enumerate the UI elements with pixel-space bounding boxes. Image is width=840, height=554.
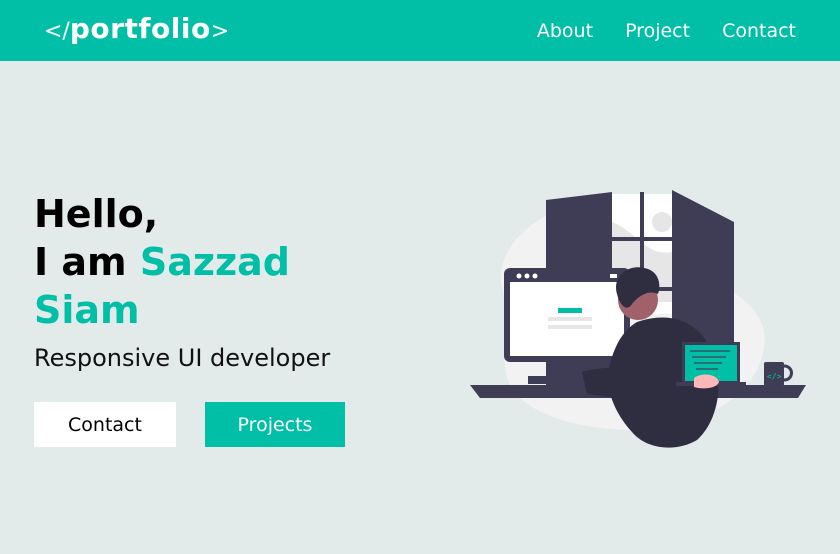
projects-button[interactable]: Projects <box>205 402 345 447</box>
nav-about-link[interactable]: About <box>537 20 593 42</box>
logo-close-bracket: > <box>210 19 230 44</box>
svg-text:</>: </> <box>767 372 782 381</box>
developer-at-desk-illustration: </> <box>470 190 806 448</box>
name-first: Sazzad <box>139 240 290 284</box>
nav-contact-link[interactable]: Contact <box>722 20 796 42</box>
contact-button[interactable]: Contact <box>34 402 176 447</box>
nav-project-link[interactable]: Project <box>625 20 690 42</box>
role-subtitle: Responsive UI developer <box>34 344 331 372</box>
greeting-line-2: I am Sazzad <box>34 238 330 286</box>
hero-text: Hello, I am Sazzad Siam Responsive UI de… <box>34 190 330 372</box>
logo-word: portfolio <box>69 12 211 45</box>
logo[interactable]: </ portfolio > <box>44 12 229 48</box>
greeting-prefix: I am <box>34 240 140 284</box>
logo-open-bracket: </ <box>44 19 70 44</box>
nav-links: About Project Contact <box>505 0 796 61</box>
name-last: Siam <box>34 288 140 332</box>
navbar: </ portfolio > About Project Contact <box>0 0 840 61</box>
greeting-line-1: Hello, <box>34 192 159 236</box>
